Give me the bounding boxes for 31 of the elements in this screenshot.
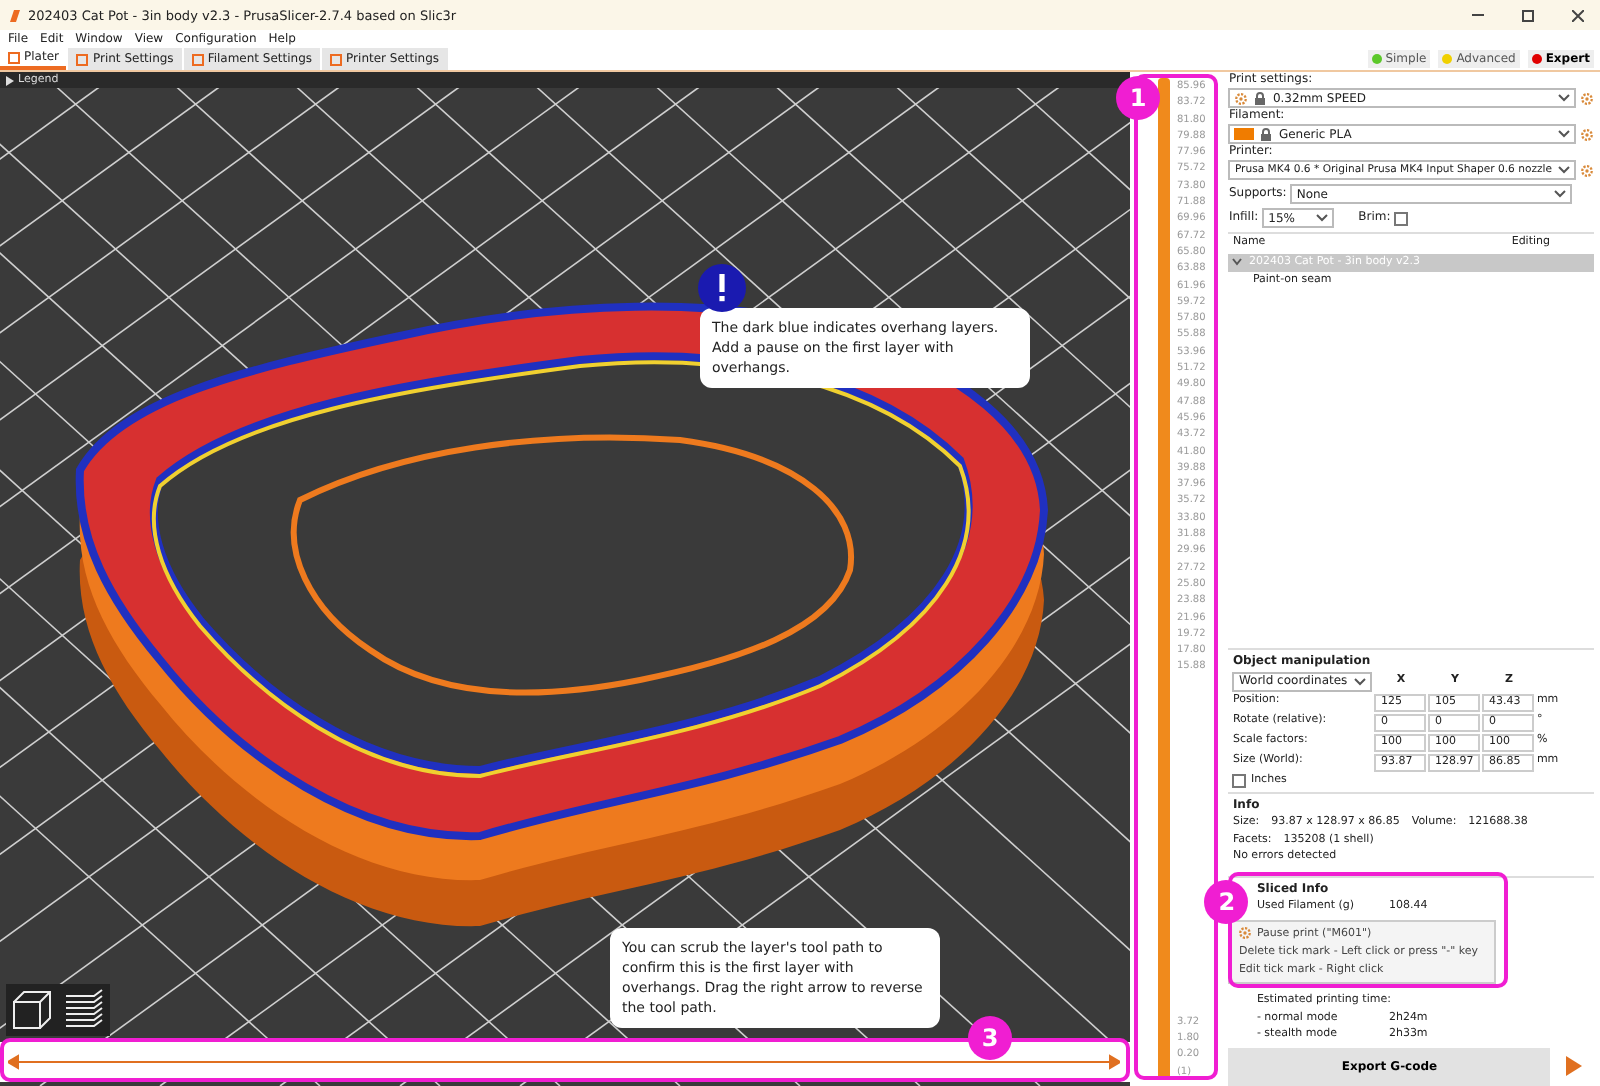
settings-icon[interactable] — [1580, 163, 1594, 177]
close-icon[interactable] — [1572, 9, 1584, 21]
expand-arrow-icon — [6, 75, 14, 85]
gear-icon[interactable] — [1238, 926, 1253, 941]
brim-checkbox[interactable] — [1394, 211, 1409, 225]
lock-icon — [1260, 127, 1273, 141]
play-icon — [1566, 1056, 1582, 1077]
lock-icon — [1254, 91, 1267, 105]
caret-icon — [1558, 130, 1570, 138]
layers-icon[interactable] — [62, 988, 106, 1032]
inches-checkbox[interactable] — [1232, 773, 1247, 788]
caret-icon — [1558, 94, 1570, 102]
cube-icon[interactable] — [10, 988, 54, 1032]
chevron-icon[interactable] — [1232, 258, 1243, 266]
caret-icon — [1354, 677, 1367, 686]
maximize-icon[interactable] — [1522, 9, 1534, 21]
caret-icon — [1316, 214, 1329, 222]
caret-icon — [1554, 190, 1566, 198]
settings-icon[interactable] — [1580, 91, 1594, 105]
tab-icon — [330, 53, 343, 65]
slider-track-drawing[interactable] — [8, 1054, 1120, 1070]
alert-icon — [698, 264, 746, 312]
settings-icon[interactable] — [1580, 127, 1594, 141]
gear-icon[interactable] — [1234, 91, 1249, 105]
app-icon — [8, 7, 22, 23]
tab-icon — [191, 53, 204, 65]
tab-icon — [8, 51, 20, 63]
layer-slider-fill[interactable] — [1158, 78, 1171, 1080]
caret-icon — [1558, 166, 1570, 174]
tab-icon — [76, 53, 89, 65]
step-badge: 3 — [968, 1016, 1012, 1060]
